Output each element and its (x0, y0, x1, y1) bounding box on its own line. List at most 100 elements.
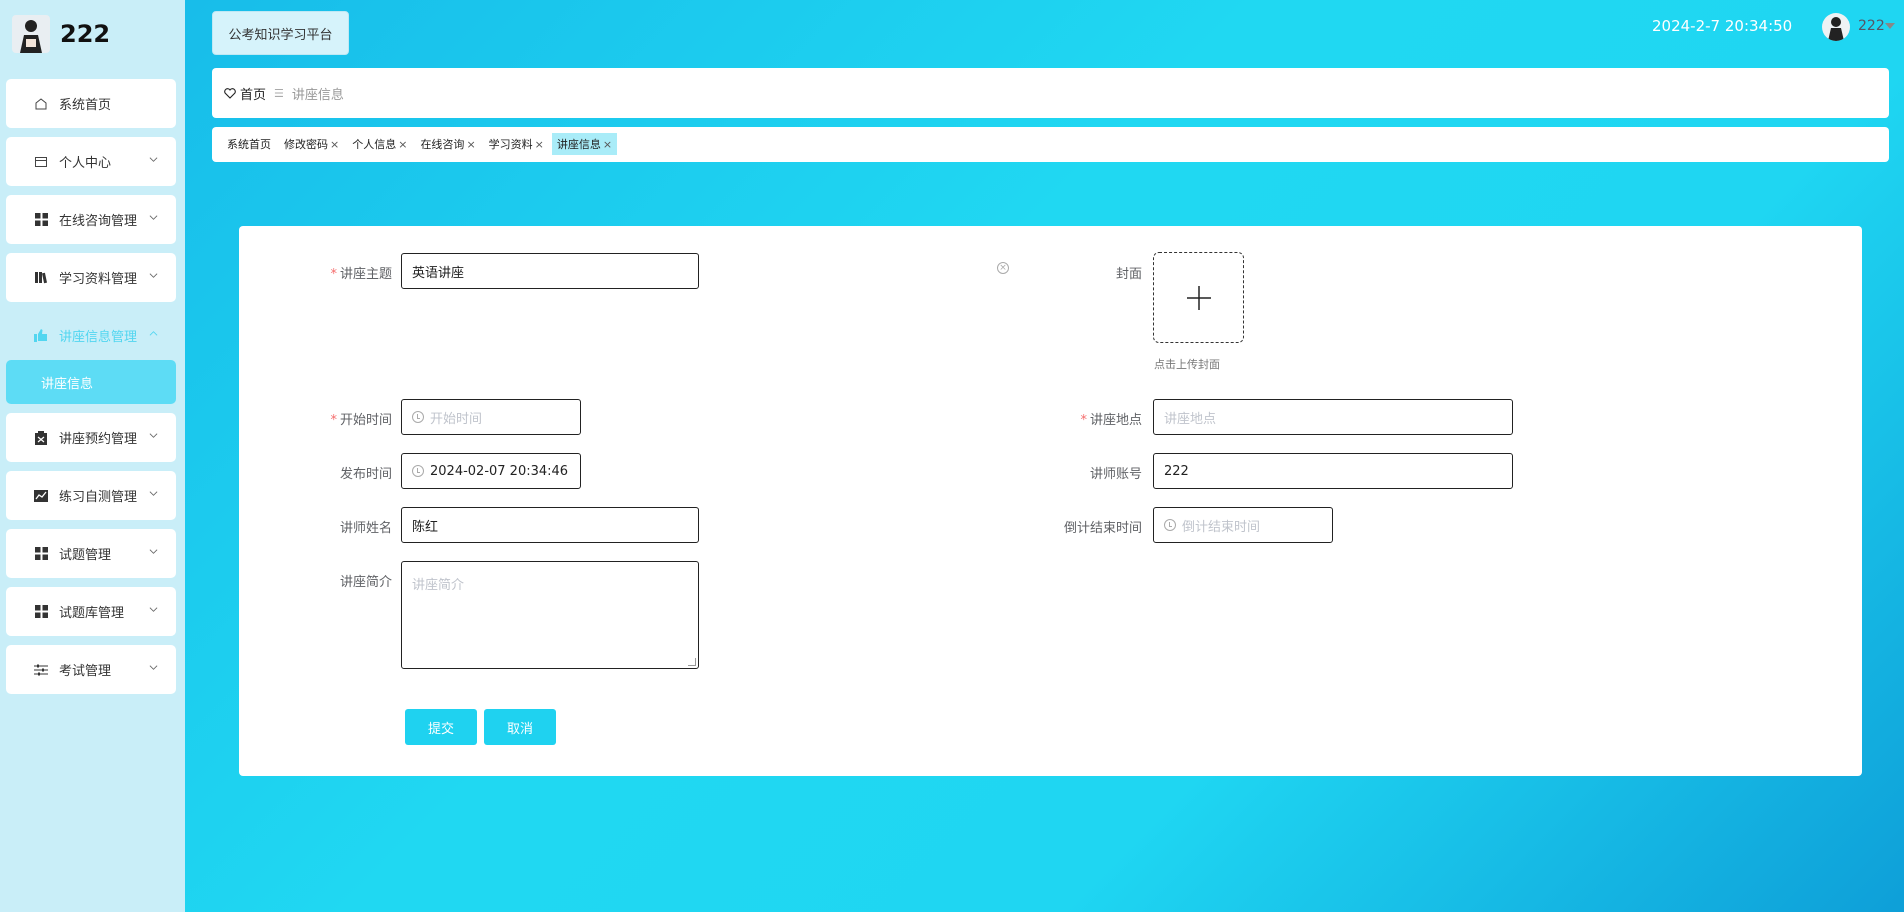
countdown-picker[interactable]: 倒计结束时间 (1153, 507, 1333, 543)
clipboard-icon (33, 430, 49, 446)
sidebar-item-label: 试题库管理 (59, 606, 125, 621)
chart-line-icon (33, 488, 49, 504)
intro-label: 讲座简介 (339, 575, 392, 590)
chevron-down-icon (149, 491, 158, 496)
countdown-label: 倒计结束时间 (1063, 521, 1142, 536)
chevron-down-icon (149, 273, 158, 278)
chevron-down-icon (149, 607, 158, 612)
sidebar-item-label: 学习资料管理 (59, 272, 138, 287)
topic-input[interactable]: 英语讲座 (401, 253, 699, 289)
tag-label: 修改密码 (284, 138, 328, 151)
sidebar-item-label: 系统首页 (59, 98, 112, 113)
cancel-button[interactable]: 取消 (484, 709, 556, 745)
book-icon (33, 270, 49, 286)
sidebar-item-consult[interactable]: 在线咨询管理 (6, 195, 176, 244)
close-icon[interactable]: × (466, 138, 475, 151)
sidebar-menu: 系统首页 个人中心 在线咨询管理 学习资料管理 讲座信息管理 讲座信息 讲座预约… (6, 79, 176, 703)
countdown-placeholder: 倒计结束时间 (1182, 519, 1261, 535)
sidebar-item-questions[interactable]: 试题管理 (6, 529, 176, 578)
submit-button[interactable]: 提交 (405, 709, 477, 745)
caret-down-icon[interactable] (1885, 23, 1895, 29)
tag-lecture-info[interactable]: 讲座信息 × (551, 133, 618, 155)
sidebar-item-label: 在线咨询管理 (59, 214, 138, 229)
sidebar-item-label: 讲座预约管理 (59, 432, 138, 447)
tag-personal-info[interactable]: 个人信息 × (347, 133, 412, 155)
tag-label: 在线咨询 (420, 138, 465, 151)
sidebar-item-lecture-management[interactable]: 讲座信息管理 (6, 311, 176, 360)
tag-label: 系统首页 (227, 138, 271, 151)
intro-textarea[interactable]: 讲座简介 (401, 561, 699, 669)
user-avatar[interactable] (1822, 13, 1850, 41)
tags-bar: 系统首页 修改密码 × 个人信息 × 在线咨询 × 学习资料 × 讲座信息 × (212, 127, 1889, 162)
sidebar-item-label: 考试管理 (59, 664, 112, 679)
close-icon[interactable]: × (535, 138, 544, 151)
close-icon[interactable]: × (398, 138, 407, 151)
current-datetime: 2024-2-7 20:34:50 (1652, 17, 1793, 35)
sliders-icon (33, 662, 49, 678)
account-label: 讲师账号 (1089, 467, 1142, 482)
location-input[interactable]: 讲座地点 (1153, 399, 1513, 435)
teacher-name-label: 讲师姓名 (339, 521, 392, 536)
breadcrumb-separator-icon: ☰ (274, 86, 284, 100)
plus-icon (1186, 285, 1211, 310)
breadcrumb: 首页 ☰ 讲座信息 (212, 68, 1889, 118)
teacher-name-input[interactable]: 陈红 (401, 507, 699, 543)
tag-change-password[interactable]: 修改密码 × (279, 133, 344, 155)
location-label: * 讲座地点 (1080, 413, 1142, 428)
tag-label: 学习资料 (488, 138, 533, 151)
start-time-picker[interactable]: 开始时间 (401, 399, 581, 435)
chevron-down-icon (149, 157, 158, 162)
start-time-placeholder: 开始时间 (430, 411, 483, 427)
clock-icon (412, 465, 424, 477)
sidebar-item-label: 试题管理 (59, 548, 112, 563)
sidebar-item-label: 练习自测管理 (59, 490, 138, 505)
cover-upload-hint: 点击上传封面 (1154, 358, 1220, 371)
sidebar-item-practice[interactable]: 练习自测管理 (6, 471, 176, 520)
lecture-form: * 讲座主题 英语讲座 × 封面 点击上传封面 * 开始时间 开始时间 * 讲座地点 … (239, 226, 1862, 776)
breadcrumb-current: 讲座信息 (291, 87, 344, 103)
publish-time-picker[interactable]: 2024-02-07 20:34:46 (401, 453, 581, 489)
home-icon (33, 96, 49, 112)
tag-materials[interactable]: 学习资料 × (484, 133, 549, 155)
brand-avatar (12, 15, 50, 53)
sidebar-subitem-lecture-info[interactable]: 讲座信息 (6, 360, 176, 404)
sidebar-item-personal-center[interactable]: 个人中心 (6, 137, 176, 186)
platform-title-button[interactable]: 公考知识学习平台 (212, 11, 349, 55)
chevron-up-icon (149, 331, 158, 336)
tag-consult[interactable]: 在线咨询 × (415, 133, 480, 155)
sidebar-item-label: 个人中心 (59, 156, 112, 171)
thumbs-up-icon (33, 328, 49, 344)
start-time-label: * 开始时间 (330, 413, 392, 428)
tag-label: 讲座信息 (556, 138, 601, 151)
chevron-down-icon (149, 665, 158, 670)
publish-time-value: 2024-02-07 20:34:46 (430, 463, 569, 479)
brand: 222 (12, 14, 110, 54)
sidebar-item-label: 讲座信息管理 (59, 330, 138, 345)
tag-label: 个人信息 (352, 138, 397, 151)
topic-label: * 讲座主题 (330, 267, 392, 282)
breadcrumb-home[interactable]: 首页 (240, 84, 266, 103)
heart-icon (224, 87, 236, 99)
sidebar-item-exam[interactable]: 考试管理 (6, 645, 176, 694)
chevron-down-icon (149, 549, 158, 554)
brand-name: 222 (60, 20, 111, 48)
sidebar-item-home[interactable]: 系统首页 (6, 79, 176, 128)
clock-icon (1164, 519, 1176, 531)
user-name[interactable]: 222 (1858, 18, 1885, 34)
resize-handle[interactable] (688, 658, 696, 666)
sidebar-item-booking[interactable]: 讲座预约管理 (6, 413, 176, 462)
grid-icon (33, 212, 49, 228)
account-input[interactable]: 222 (1153, 453, 1513, 489)
sidebar-item-materials[interactable]: 学习资料管理 (6, 253, 176, 302)
clear-icon[interactable]: × (997, 262, 1009, 274)
cover-label: 封面 (1115, 267, 1142, 282)
close-icon[interactable]: × (603, 138, 612, 151)
sidebar-item-question-bank[interactable]: 试题库管理 (6, 587, 176, 636)
cover-upload[interactable] (1153, 252, 1244, 343)
chevron-down-icon (149, 215, 158, 220)
tag-home[interactable]: 系统首页 (222, 133, 276, 155)
grid-icon (33, 546, 49, 562)
publish-time-label: 发布时间 (339, 467, 392, 482)
close-icon[interactable]: × (330, 138, 339, 151)
grid-icon (33, 604, 49, 620)
